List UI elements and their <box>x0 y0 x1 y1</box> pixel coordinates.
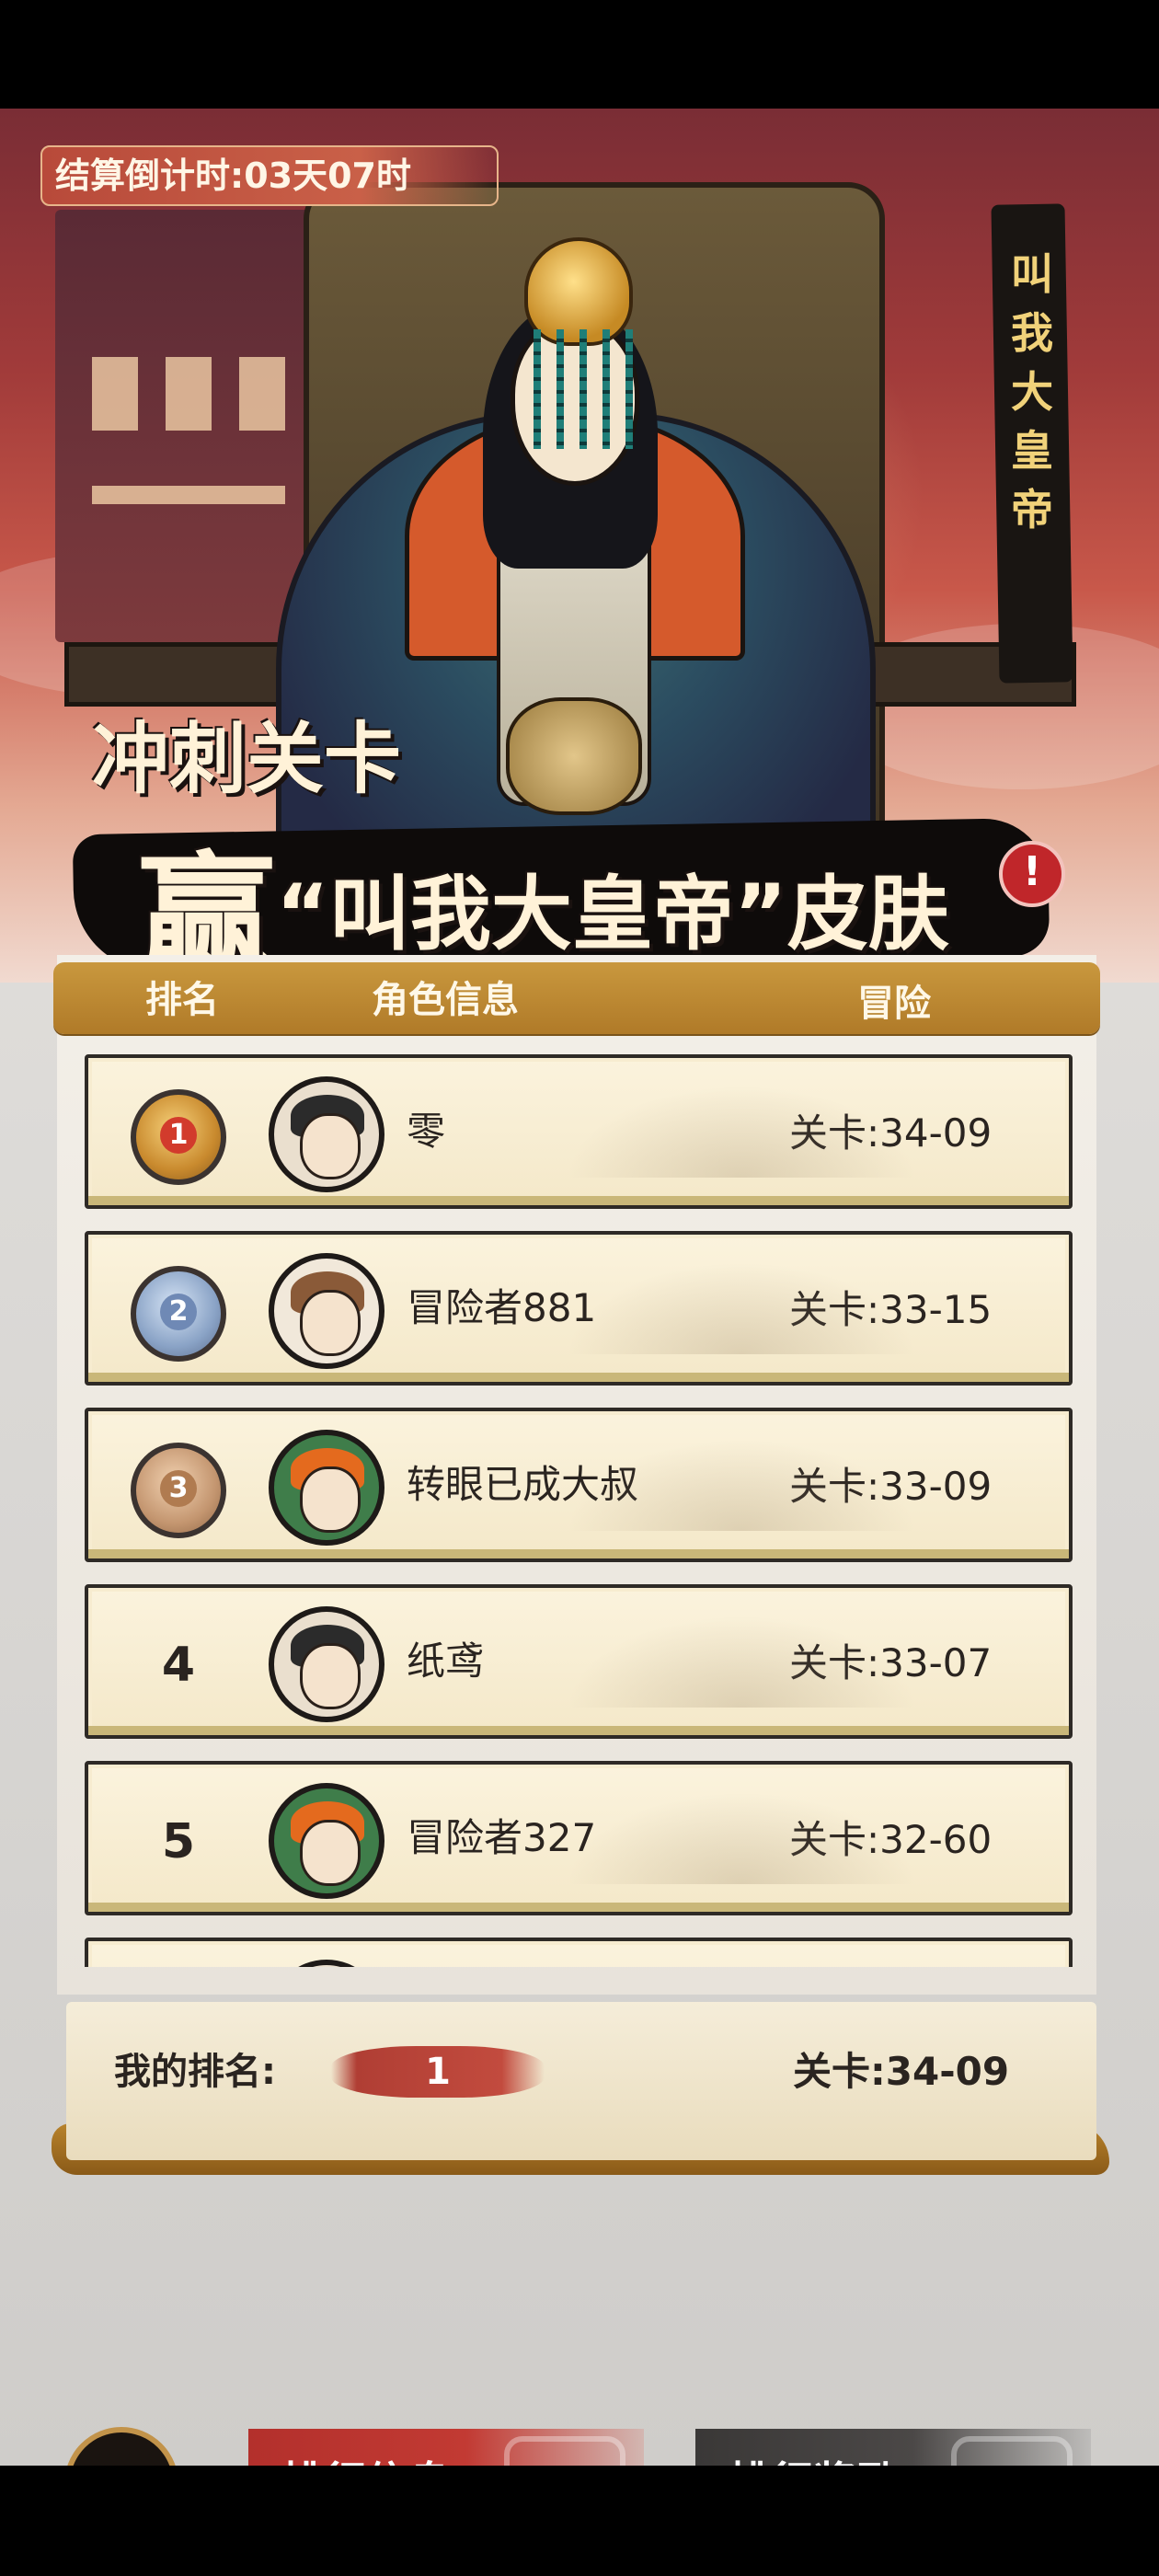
leaderboard-row[interactable]: 1 零 关卡:34-09 <box>85 1054 1073 1209</box>
medal-rank-number: 2 <box>160 1294 197 1330</box>
player-stage: 关卡:34-09 <box>789 1110 993 1156</box>
lion-belt-buckle <box>506 697 642 815</box>
rank-number: 4 <box>161 1638 196 1693</box>
leaderboard-row[interactable]: 2 冒险者881 关卡:33-15 <box>85 1231 1073 1386</box>
header-adventure: 冒险 <box>857 983 931 1025</box>
crown-bead-strand <box>602 329 610 449</box>
skin-name-vertical: 叫 我 大 皇 帝 <box>995 245 1069 539</box>
header-rank: 排名 <box>145 979 219 1021</box>
leaderboard-list[interactable]: 1 零 关卡:34-09 2 冒险者881 关卡:33-15 3 转眼已成大叔 … <box>85 1054 1073 1967</box>
rank-number: 5 <box>161 1814 196 1869</box>
player-stage: 关卡:33-15 <box>789 1287 993 1332</box>
tab-ranking-rewards-label: 排行奖励 <box>729 2457 898 2466</box>
leaderboard-row[interactable]: 3 转眼已成大叔 关卡:33-09 <box>85 1408 1073 1562</box>
skin-name-char: 皇 <box>1011 426 1053 476</box>
leaderboard-screen: 叫 我 大 皇 帝 结算倒计时:03天07时 冲刺关卡 赢“叫我大皇帝”皮肤 !… <box>0 109 1159 2466</box>
player-stage: 关卡:32-60 <box>789 1817 993 1862</box>
gold-medal-icon: 1 <box>131 1089 226 1185</box>
skin-name-char: 大 <box>1011 367 1053 417</box>
tab-ranking-info[interactable]: 排行信息 <box>248 2429 644 2466</box>
leaderboard-row[interactable]: 5 冒险者327 关卡:32-60 <box>85 1761 1073 1915</box>
bronze-medal-icon: 3 <box>131 1443 226 1538</box>
player-avatar[interactable] <box>269 1606 384 1722</box>
player-avatar[interactable] <box>269 1783 384 1899</box>
crown-bead-strand <box>625 329 633 449</box>
event-banner: 叫 我 大 皇 帝 结算倒计时:03天07时 冲刺关卡 赢“叫我大皇帝”皮肤 ! <box>0 109 1159 983</box>
ornament-icon <box>504 2436 625 2466</box>
player-name: 零 <box>407 1109 446 1154</box>
chest-icon <box>951 2436 1073 2466</box>
player-name: 纸鸢 <box>407 1639 485 1684</box>
info-alert-icon[interactable]: ! <box>999 841 1065 907</box>
medal-rank-number: 3 <box>160 1470 197 1507</box>
settlement-countdown: 结算倒计时:03天07时 <box>40 145 499 206</box>
tab-ranking-info-label: 排行信息 <box>281 2457 451 2466</box>
leaderboard-row[interactable]: 4 纸鸢 关卡:33-07 <box>85 1584 1073 1739</box>
my-rank-label: 我的排名: <box>114 2051 276 2093</box>
skin-name-char: 帝 <box>1011 485 1053 535</box>
header-character-info: 角色信息 <box>372 979 519 1021</box>
player-stage: 关卡:33-09 <box>789 1464 993 1509</box>
player-name: 冒险者881 <box>407 1285 597 1330</box>
back-button[interactable]: ⬅ <box>64 2427 178 2466</box>
crown-bead-strand <box>580 329 587 449</box>
skin-name-char: 我 <box>1011 308 1053 358</box>
crown-bead-strand <box>557 329 564 449</box>
leaderboard-header: 排名 角色信息 冒险 <box>53 962 1100 1034</box>
headline-reward-text: “叫我大皇帝”皮肤 <box>276 867 949 961</box>
silver-medal-icon: 2 <box>131 1266 226 1362</box>
my-rank-stage: 关卡:34-09 <box>793 2049 1010 2094</box>
player-avatar[interactable] <box>269 1430 384 1546</box>
tab-ranking-rewards[interactable]: 排行奖励 <box>695 2429 1091 2466</box>
player-stage: 关卡:33-07 <box>789 1640 993 1685</box>
player-avatar[interactable] <box>269 1960 384 1967</box>
player-name: 转眼已成大叔 <box>407 1462 639 1507</box>
crown-bead-strand <box>534 329 541 449</box>
palace-building <box>55 210 331 642</box>
player-name: 冒险者327 <box>407 1815 597 1860</box>
my-rank-value: 1 <box>425 2051 451 2093</box>
medal-rank-number: 1 <box>160 1117 197 1154</box>
leaderboard-row-partial[interactable] <box>85 1938 1073 1967</box>
player-avatar[interactable] <box>269 1076 384 1192</box>
event-subtitle: 冲刺关卡 <box>92 714 402 804</box>
skin-name-char: 叫 <box>1011 249 1053 299</box>
player-avatar[interactable] <box>269 1253 384 1369</box>
